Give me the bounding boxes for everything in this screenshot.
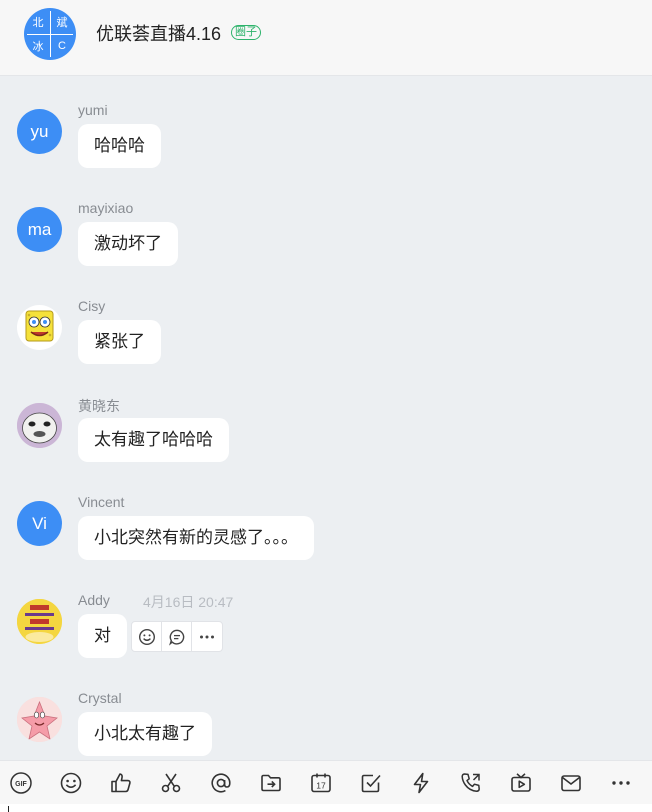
reply-icon[interactable]: [162, 622, 192, 651]
more-icon[interactable]: [607, 769, 635, 797]
poster-avatar-image: [17, 599, 62, 644]
message-bubble[interactable]: 紧张了: [78, 320, 161, 364]
message-actions: [131, 621, 223, 652]
mention-icon[interactable]: [207, 769, 235, 797]
divider: [49, 11, 51, 57]
cartoon-face-avatar-image: [17, 403, 62, 448]
sender-name[interactable]: Crystal: [78, 690, 122, 706]
phone-icon[interactable]: [457, 769, 485, 797]
avatar[interactable]: Vi: [17, 501, 62, 546]
message-item: ma mayixiao 激动坏了: [0, 200, 652, 297]
avatar[interactable]: [17, 599, 62, 644]
message-item: Vi Vincent 小北突然有新的灵感了。。。: [0, 494, 652, 591]
message-bubble[interactable]: 激动坏了: [78, 222, 178, 266]
scissors-icon[interactable]: [157, 769, 185, 797]
emoji-react-icon[interactable]: [132, 622, 162, 651]
more-icon[interactable]: [192, 622, 222, 651]
message-input[interactable]: [0, 804, 652, 812]
message-timestamp: 4月16日 20:47: [143, 594, 234, 610]
group-avatar-char: 北: [32, 17, 44, 29]
text-cursor: [8, 806, 9, 812]
avatar[interactable]: [17, 697, 62, 742]
message-item: yu yumi 哈哈哈: [0, 102, 652, 199]
gif-icon[interactable]: GIF: [7, 769, 35, 797]
chat-header: 北 斌 冰 C 优联荟直播4.16 圈子: [0, 0, 652, 76]
sender-name[interactable]: Addy: [78, 592, 110, 608]
group-avatar-char: 冰: [32, 41, 44, 53]
chat-title[interactable]: 优联荟直播4.16: [96, 20, 221, 46]
sender-name[interactable]: Cisy: [78, 298, 105, 314]
forward-folder-icon[interactable]: [257, 769, 285, 797]
thumbs-up-icon[interactable]: [107, 769, 135, 797]
sender-name[interactable]: mayixiao: [78, 200, 133, 216]
sender-name[interactable]: 黄晓东: [78, 396, 120, 416]
avatar[interactable]: yu: [17, 109, 62, 154]
avatar-initials: ma: [27, 219, 52, 239]
message-item: Crystal 小北太有趣了: [0, 690, 652, 759]
avatar[interactable]: [17, 403, 62, 448]
group-badge: 圈子: [231, 25, 261, 40]
calendar-day: 17: [316, 780, 326, 790]
calendar-icon[interactable]: 17: [307, 769, 335, 797]
group-avatar-char: 斌: [56, 17, 68, 29]
message-bubble[interactable]: 太有趣了哈哈哈: [78, 418, 229, 462]
message-item: 黄晓东 太有趣了哈哈哈: [0, 398, 652, 493]
spongebob-avatar-image: [25, 310, 54, 342]
message-bubble[interactable]: 哈哈哈: [78, 124, 161, 168]
checkbox-icon[interactable]: [357, 769, 385, 797]
message-item: Addy 4月16日 20:47 对: [0, 592, 652, 689]
avatar-initials: Vi: [32, 513, 47, 533]
avatar[interactable]: [17, 305, 62, 350]
message-bubble[interactable]: 小北太有趣了: [78, 712, 212, 756]
emoji-icon[interactable]: [57, 769, 85, 797]
sender-name[interactable]: Vincent: [78, 494, 124, 510]
lightning-icon[interactable]: [407, 769, 435, 797]
message-bubble[interactable]: 小北突然有新的灵感了。。。: [78, 516, 314, 560]
message-list[interactable]: yu yumi 哈哈哈 ma mayixiao 激动坏了 Cisy 紧张了 黄晓…: [0, 77, 652, 759]
group-avatar-char: C: [58, 40, 66, 52]
gif-label: GIF: [15, 781, 27, 788]
group-avatar[interactable]: 北 斌 冰 C: [24, 8, 76, 60]
avatar-initials: yu: [30, 121, 49, 141]
sender-name[interactable]: yumi: [78, 102, 108, 118]
composer-toolbar: GIF 17: [0, 760, 652, 804]
avatar[interactable]: ma: [17, 207, 62, 252]
patrick-avatar-image: [17, 697, 62, 742]
message-bubble[interactable]: 对: [78, 614, 127, 658]
message-item: Cisy 紧张了: [0, 298, 652, 395]
tv-icon[interactable]: [507, 769, 535, 797]
mail-icon[interactable]: [557, 769, 585, 797]
